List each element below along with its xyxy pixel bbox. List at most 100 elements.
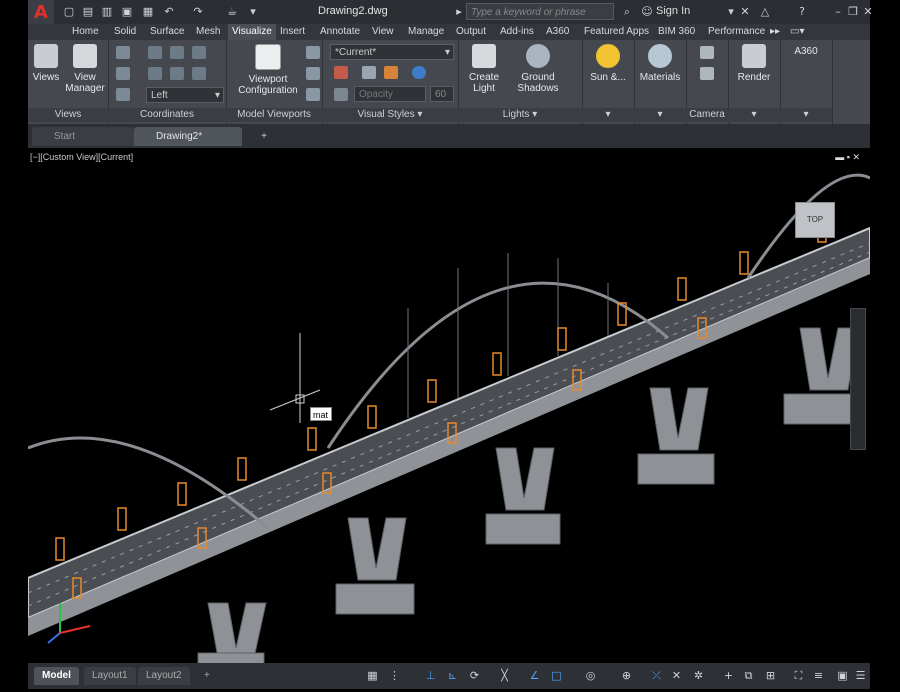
open-file-icon[interactable]: ▤ bbox=[81, 4, 95, 20]
edge-style-icon[interactable] bbox=[362, 66, 376, 79]
render-panel-expand-icon[interactable]: ▾ bbox=[728, 108, 780, 122]
materials-button[interactable]: Materials bbox=[634, 44, 686, 83]
create-light-button[interactable]: Create Light bbox=[460, 44, 508, 94]
ucs-world-icon[interactable] bbox=[148, 46, 162, 59]
dynamic-ucs-icon[interactable]: ⊕ bbox=[620, 669, 633, 682]
restore-viewports-icon[interactable] bbox=[306, 88, 320, 101]
tab-model[interactable]: Model bbox=[34, 667, 79, 685]
render-button[interactable]: Render bbox=[728, 44, 780, 83]
annotation-scale-icon[interactable]: ✕ bbox=[670, 669, 683, 682]
viewcube[interactable]: TOP bbox=[795, 202, 835, 238]
tab-performance[interactable]: Performance bbox=[704, 24, 769, 40]
autodesk-360-icon[interactable]: △ bbox=[758, 4, 772, 20]
lights-panel-title[interactable]: Lights ▾ bbox=[458, 108, 582, 122]
navigation-bar[interactable] bbox=[850, 308, 866, 450]
create-camera-icon[interactable] bbox=[700, 46, 714, 59]
named-viewports-icon[interactable] bbox=[306, 46, 320, 59]
ucs-icon[interactable] bbox=[116, 46, 130, 59]
sign-in-dropdown-icon[interactable]: ▾ bbox=[724, 4, 738, 20]
views-button[interactable]: Views bbox=[28, 44, 64, 83]
visual-style-dropdown[interactable]: *Current* ▾ bbox=[330, 44, 454, 60]
ucs-view-icon[interactable] bbox=[148, 67, 162, 80]
xray-icon[interactable] bbox=[334, 88, 348, 101]
object-snap-tracking-icon[interactable]: ∠ bbox=[528, 669, 541, 682]
opacity-field[interactable]: Opacity bbox=[354, 86, 426, 102]
customization-menu-icon[interactable]: ☰ bbox=[854, 669, 867, 682]
visual-styles-panel-title[interactable]: Visual Styles ▾ bbox=[322, 108, 458, 122]
ribbon-minimize-icon[interactable]: ▭▾ bbox=[786, 24, 808, 40]
ucs-named-dropdown[interactable]: Left ▾ bbox=[146, 87, 224, 103]
join-viewports-icon[interactable] bbox=[306, 67, 320, 80]
a360-panel-expand-icon[interactable]: ▾ bbox=[780, 108, 832, 122]
tab-manage[interactable]: Manage bbox=[404, 24, 448, 40]
save-to-web-icon[interactable]: ▥ bbox=[100, 4, 114, 20]
ucs-face-icon[interactable] bbox=[192, 67, 206, 80]
application-menu-button[interactable]: A bbox=[28, 0, 54, 24]
drawing-viewport[interactable]: [−][Custom View][Current] ▬ ▪ ✕ TOP mat bbox=[28, 148, 870, 663]
tab-annotate[interactable]: Annotate bbox=[316, 24, 364, 40]
tab-visualize[interactable]: Visualize bbox=[228, 24, 276, 40]
new-layout-plus-icon[interactable]: + bbox=[196, 667, 218, 685]
more-tabs-icon[interactable]: ▸▸ bbox=[766, 24, 784, 40]
ucs-origin-icon[interactable] bbox=[116, 67, 130, 80]
ground-shadows-button[interactable]: Ground Shadows bbox=[510, 44, 566, 94]
restore-icon[interactable]: ❐ bbox=[846, 4, 860, 20]
tab-a360[interactable]: A360 bbox=[542, 24, 573, 40]
hardware-acceleration-icon[interactable]: ⊞ bbox=[764, 669, 777, 682]
selection-cycling-icon[interactable]: ⤫ bbox=[650, 669, 663, 682]
tab-add-ins[interactable]: Add-ins bbox=[496, 24, 538, 40]
sun-location-button[interactable]: Sun &... bbox=[582, 44, 634, 83]
fullscreen-icon[interactable]: ▣ bbox=[836, 669, 849, 682]
file-tab-drawing2[interactable]: Drawing2* bbox=[134, 127, 242, 146]
clean-screen-icon[interactable]: ⛶ bbox=[792, 669, 805, 682]
object-snap-icon[interactable]: □ bbox=[550, 669, 563, 682]
undo-icon[interactable]: ↶ bbox=[162, 4, 176, 20]
sun-panel-expand-icon[interactable]: ▾ bbox=[582, 108, 634, 122]
model-space-icon[interactable]: ▦ bbox=[366, 669, 379, 682]
user-icon[interactable]: ☺ bbox=[640, 4, 654, 20]
help-search-input[interactable]: Type a keyword or phrase bbox=[466, 3, 614, 20]
ucs-object-icon[interactable] bbox=[170, 67, 184, 80]
save-icon[interactable]: ▣ bbox=[120, 4, 134, 20]
minimize-icon[interactable]: – bbox=[831, 4, 845, 20]
new-file-icon[interactable]: ▢ bbox=[62, 4, 76, 20]
close-icon[interactable]: ✕ bbox=[861, 4, 875, 20]
ortho-icon[interactable]: ⊾ bbox=[446, 669, 459, 682]
3d-object-snap-icon[interactable]: ◎ bbox=[584, 669, 597, 682]
view-manager-button[interactable]: View Manager bbox=[62, 44, 108, 94]
exchange-apps-icon[interactable]: ✕ bbox=[738, 4, 752, 20]
visual-style-shading-icon[interactable] bbox=[334, 66, 348, 79]
quick-access-dropdown-icon[interactable]: ▾ bbox=[246, 4, 260, 20]
tab-featured-apps[interactable]: Featured Apps bbox=[580, 24, 653, 40]
search-expand-icon[interactable]: ▸ bbox=[452, 4, 466, 20]
lighting-quality-icon[interactable] bbox=[412, 66, 426, 79]
isodraft-icon[interactable]: ╳ bbox=[498, 669, 511, 682]
camera-display-icon[interactable] bbox=[700, 67, 714, 80]
ucs-x-icon[interactable] bbox=[170, 46, 184, 59]
binoculars-icon[interactable]: ⌕ bbox=[620, 4, 634, 20]
sign-in-link[interactable]: Sign In bbox=[656, 5, 690, 17]
tab-output[interactable]: Output bbox=[452, 24, 490, 40]
tab-layout1[interactable]: Layout1 bbox=[84, 667, 136, 685]
redo-icon[interactable]: ↷ bbox=[191, 4, 205, 20]
tab-view[interactable]: View bbox=[368, 24, 398, 40]
isolate-objects-icon[interactable]: ⧉ bbox=[742, 669, 755, 682]
plot-icon[interactable]: ▦ bbox=[141, 4, 155, 20]
help-icon[interactable]: ? bbox=[795, 4, 809, 20]
workspace-icon[interactable]: ☕ bbox=[225, 4, 239, 20]
tab-layout2[interactable]: Layout2 bbox=[138, 667, 190, 685]
ucs-3point-icon[interactable] bbox=[116, 88, 130, 101]
snap-icon[interactable]: ⊥ bbox=[424, 669, 437, 682]
viewport-configuration-button[interactable]: Viewport Configuration bbox=[232, 44, 304, 96]
tab-surface[interactable]: Surface bbox=[146, 24, 188, 40]
tab-mesh[interactable]: Mesh bbox=[192, 24, 224, 40]
new-tab-plus-icon[interactable]: + bbox=[256, 127, 272, 146]
quick-properties-icon[interactable]: ≡ bbox=[812, 669, 825, 682]
annotation-monitor-icon[interactable]: + bbox=[722, 669, 735, 682]
a360-button[interactable]: A360 bbox=[780, 46, 832, 57]
file-tab-start[interactable]: Start bbox=[32, 127, 134, 146]
tab-home[interactable]: Home bbox=[68, 24, 103, 40]
tab-insert[interactable]: Insert bbox=[276, 24, 309, 40]
opacity-value[interactable]: 60 bbox=[430, 86, 454, 102]
face-color-icon[interactable] bbox=[384, 66, 398, 79]
